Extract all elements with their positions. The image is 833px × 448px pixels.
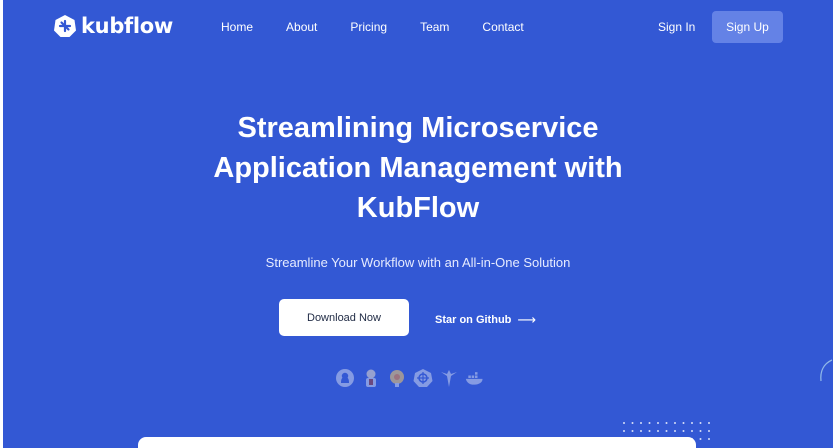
dashboard-preview-card bbox=[138, 437, 696, 448]
kubernetes-icon bbox=[413, 369, 433, 387]
grid-dot bbox=[708, 430, 710, 432]
grid-dot bbox=[640, 430, 642, 432]
docker-icon bbox=[465, 372, 483, 385]
hero-title-line-3: KubFlow bbox=[356, 192, 480, 224]
grid-dot bbox=[699, 422, 702, 424]
top-navigation: kubflow Home About Pricing Team Contact … bbox=[3, 0, 833, 56]
grid-dot bbox=[674, 422, 676, 424]
nav-links: Home About Pricing Team Contact bbox=[221, 20, 557, 34]
grid-dot bbox=[699, 438, 702, 440]
grid-dot bbox=[648, 430, 651, 432]
grid-dot bbox=[623, 422, 625, 424]
arrow-right-icon: ⟶ bbox=[517, 312, 537, 327]
grid-dot bbox=[708, 438, 710, 440]
grafana-icon bbox=[390, 370, 404, 387]
signin-link[interactable]: Sign In bbox=[658, 20, 695, 34]
grid-dot bbox=[691, 422, 693, 424]
grid-dot bbox=[665, 430, 668, 432]
kubflow-logo-icon bbox=[54, 15, 76, 37]
tech-icons-row bbox=[335, 368, 491, 388]
brand-logo[interactable]: kubflow bbox=[53, 14, 173, 38]
grid-dot bbox=[665, 422, 668, 424]
grid-dot bbox=[657, 422, 659, 424]
nav-link-about[interactable]: About bbox=[286, 20, 317, 34]
grid-dot bbox=[631, 422, 634, 424]
jenkins-icon bbox=[366, 369, 376, 387]
grid-dot bbox=[623, 430, 625, 432]
hero-section: kubflow Home About Pricing Team Contact … bbox=[3, 0, 833, 448]
grid-dot bbox=[682, 422, 685, 424]
grid-dot bbox=[682, 430, 685, 432]
grid-dot bbox=[631, 430, 634, 432]
hero-subtitle: Streamline Your Workflow with an All-in-… bbox=[265, 255, 571, 270]
grid-dot bbox=[640, 422, 642, 424]
grid-dot bbox=[674, 430, 676, 432]
nav-link-pricing[interactable]: Pricing bbox=[350, 20, 387, 34]
grid-dot bbox=[708, 422, 710, 424]
hero-title: Streamlining Microservice Application Ma… bbox=[143, 108, 693, 228]
grid-dot bbox=[657, 430, 659, 432]
brand-name: kubflow bbox=[81, 14, 174, 38]
signup-button[interactable]: Sign Up bbox=[712, 11, 783, 43]
decorative-curve bbox=[820, 359, 833, 382]
star-on-github-link[interactable]: Star on Github ⟶ bbox=[435, 312, 536, 328]
nav-link-home[interactable]: Home bbox=[221, 20, 253, 34]
hero-title-line-2: Application Management with bbox=[213, 152, 623, 184]
nav-link-team[interactable]: Team bbox=[420, 20, 449, 34]
grid-dot bbox=[691, 430, 693, 432]
github-link-label: Star on Github bbox=[435, 314, 512, 326]
hero-title-line-1: Streamlining Microservice bbox=[237, 112, 599, 144]
grid-dot bbox=[648, 422, 651, 424]
grid-dot bbox=[699, 430, 702, 432]
download-now-button[interactable]: Download Now bbox=[279, 299, 409, 336]
github-icon bbox=[336, 369, 354, 387]
argo-icon bbox=[441, 370, 457, 387]
nav-link-contact[interactable]: Contact bbox=[482, 20, 523, 34]
